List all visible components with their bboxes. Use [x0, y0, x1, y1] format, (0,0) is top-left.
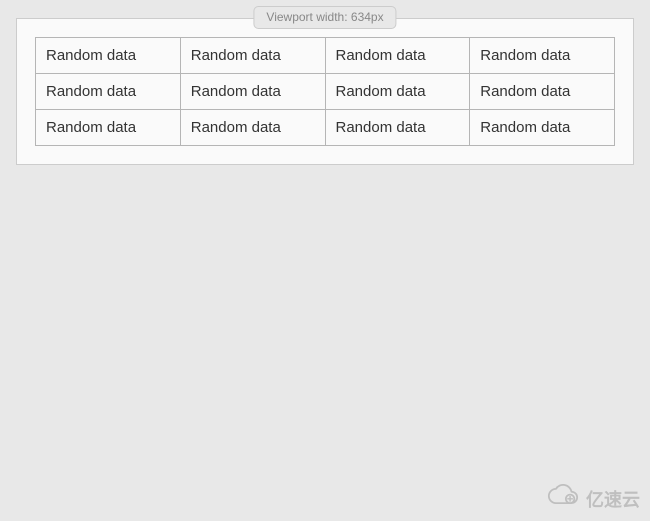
viewport-width-badge: Viewport width: 634px	[253, 6, 396, 29]
cloud-logo-icon	[546, 484, 580, 513]
table-cell: Random data	[180, 74, 325, 110]
table-cell: Random data	[325, 110, 470, 146]
table-cell: Random data	[325, 38, 470, 74]
table-cell: Random data	[325, 74, 470, 110]
table-row: Random data Random data Random data Rand…	[36, 38, 615, 74]
table-row: Random data Random data Random data Rand…	[36, 74, 615, 110]
watermark: 亿速云	[546, 484, 640, 513]
table-cell: Random data	[180, 110, 325, 146]
table-cell: Random data	[36, 110, 181, 146]
table-panel: Random data Random data Random data Rand…	[16, 18, 634, 165]
table-cell: Random data	[36, 38, 181, 74]
table-cell: Random data	[180, 38, 325, 74]
table-cell: Random data	[36, 74, 181, 110]
data-table: Random data Random data Random data Rand…	[35, 37, 615, 146]
table-cell: Random data	[470, 110, 615, 146]
table-cell: Random data	[470, 74, 615, 110]
watermark-text: 亿速云	[586, 486, 640, 512]
table-cell: Random data	[470, 38, 615, 74]
table-row: Random data Random data Random data Rand…	[36, 110, 615, 146]
